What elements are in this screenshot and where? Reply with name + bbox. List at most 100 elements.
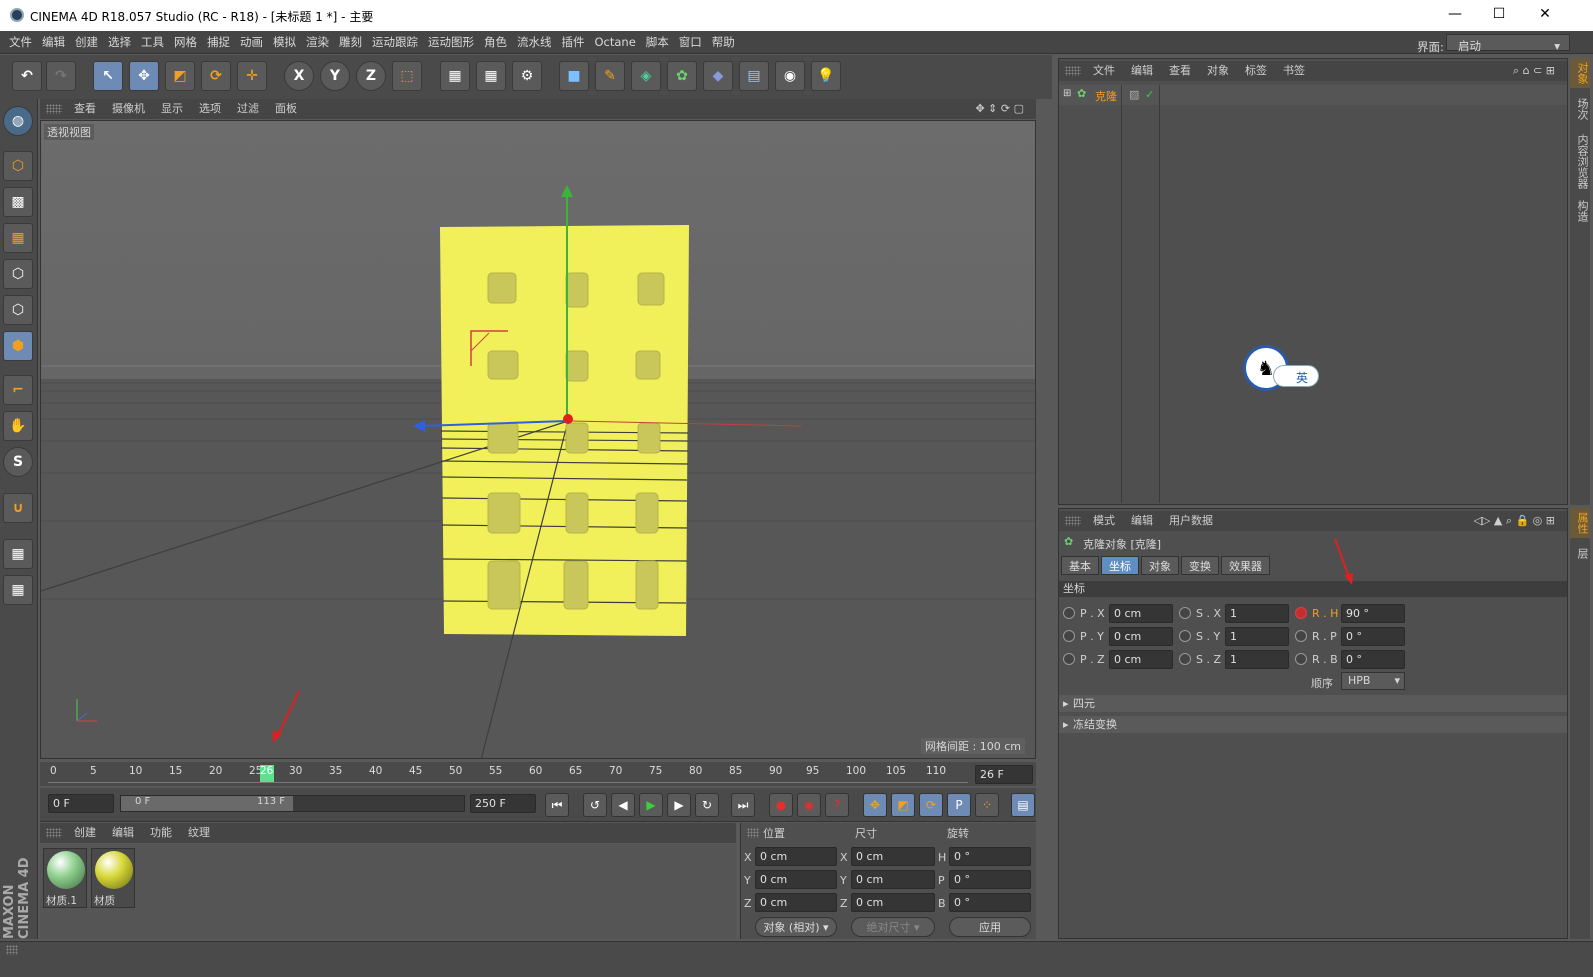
tab-effectors[interactable]: 效果器: [1221, 556, 1270, 575]
menu-edit[interactable]: 编辑: [37, 31, 70, 54]
tab-objects[interactable]: 对象: [1570, 58, 1590, 88]
previous-frame-icon[interactable]: ◀: [611, 793, 635, 817]
workplane-icon[interactable]: ▦: [3, 223, 33, 253]
menu-help[interactable]: 帮助: [707, 31, 740, 54]
snap-icon[interactable]: ∪: [3, 493, 33, 523]
py-field[interactable]: [1109, 627, 1173, 646]
menu-pipeline[interactable]: 流水线: [512, 31, 557, 54]
camera-icon[interactable]: ◉: [775, 61, 805, 91]
model-mode-icon[interactable]: ◍: [3, 106, 33, 136]
attr-menu-userdata[interactable]: 用户数据: [1161, 511, 1221, 531]
pos-x-field[interactable]: [755, 847, 837, 866]
end-frame-field[interactable]: [470, 794, 536, 813]
rh-radio[interactable]: [1295, 607, 1307, 619]
start-frame-field[interactable]: [48, 794, 114, 813]
render-settings-icon[interactable]: ⚙: [512, 61, 542, 91]
sy-field[interactable]: [1225, 627, 1289, 646]
rot-b-field[interactable]: [949, 893, 1031, 912]
menu-render[interactable]: 渲染: [301, 31, 334, 54]
viewport-menu-filter[interactable]: 过滤: [229, 99, 267, 119]
expand-icon[interactable]: ⊞: [1063, 88, 1071, 99]
apply-button[interactable]: 应用: [949, 917, 1031, 937]
viewport-menu-camera[interactable]: 摄像机: [104, 99, 153, 119]
tweak-mode-icon[interactable]: ✋: [3, 411, 33, 441]
axis-mode-icon[interactable]: ⌐: [3, 375, 33, 405]
move-tool-icon[interactable]: ✥: [129, 61, 159, 91]
mat-menu-function[interactable]: 功能: [142, 823, 180, 843]
object-row[interactable]: ⊞ ✿ 克隆 ▨ ✓: [1059, 85, 1567, 105]
obj-menu-tags[interactable]: 标签: [1237, 61, 1275, 81]
rot-p-field[interactable]: [949, 870, 1031, 889]
menu-mograph[interactable]: 运动图形: [423, 31, 479, 54]
obj-menu-view[interactable]: 查看: [1161, 61, 1199, 81]
tab-content-browser[interactable]: 内容浏览器: [1570, 130, 1590, 193]
previous-key-icon[interactable]: ↺: [583, 793, 607, 817]
size-y-field[interactable]: [851, 870, 935, 889]
py-radio[interactable]: [1063, 630, 1075, 642]
quaternion-group[interactable]: ▸ 四元: [1059, 695, 1567, 712]
obj-menu-file[interactable]: 文件: [1085, 61, 1123, 81]
pos-y-field[interactable]: [755, 870, 837, 889]
points-mode-icon[interactable]: ⬡: [3, 259, 33, 289]
maximize-button[interactable]: ☐: [1484, 6, 1514, 26]
rot-h-field[interactable]: [949, 847, 1031, 866]
floor-icon[interactable]: ▤: [739, 61, 769, 91]
rotate-tool-icon[interactable]: ⟳: [201, 61, 231, 91]
tab-transform[interactable]: 变换: [1181, 556, 1219, 575]
obj-menu-object[interactable]: 对象: [1199, 61, 1237, 81]
x-axis-lock-button[interactable]: X: [284, 61, 314, 91]
autokey-icon[interactable]: ◉: [797, 793, 821, 817]
menu-simulate[interactable]: 模拟: [268, 31, 301, 54]
playhead[interactable]: 26: [260, 765, 274, 782]
key-pla-icon[interactable]: ⁘: [975, 793, 999, 817]
select-tool-icon[interactable]: ↖: [93, 61, 123, 91]
transform-tool-icon[interactable]: ✛: [237, 61, 267, 91]
scheme-icon[interactable]: ▤: [1011, 793, 1035, 817]
menu-create[interactable]: 创建: [70, 31, 103, 54]
workplane-lock-icon[interactable]: ▦: [3, 539, 33, 569]
edges-mode-icon[interactable]: ⬡: [3, 295, 33, 325]
order-dropdown[interactable]: HPB ▾: [1341, 672, 1405, 690]
material-item[interactable]: 材质: [91, 848, 135, 908]
next-frame-icon[interactable]: ▶: [667, 793, 691, 817]
viewport-nav-icons[interactable]: ✥ ⇕ ⟳ ▢: [967, 99, 1032, 119]
cloner-icon[interactable]: ✿: [667, 61, 697, 91]
obj-menu-edit[interactable]: 编辑: [1123, 61, 1161, 81]
tab-object[interactable]: 对象: [1141, 556, 1179, 575]
timeline-ruler[interactable]: 0 5 10 15 20 25 26 30 35 40 45 50 55 60 …: [40, 762, 1036, 786]
key-position-icon[interactable]: ✥: [863, 793, 887, 817]
px-field[interactable]: [1109, 604, 1173, 623]
menu-mesh[interactable]: 网格: [169, 31, 202, 54]
range-handle[interactable]: 0 F 113 F: [121, 796, 293, 811]
menu-file[interactable]: 文件: [4, 31, 37, 54]
menu-snap[interactable]: 捕捉: [202, 31, 235, 54]
menu-window[interactable]: 窗口: [674, 31, 707, 54]
viewport-menu-panel[interactable]: 面板: [267, 99, 305, 119]
go-to-end-icon[interactable]: ⏭: [731, 793, 755, 817]
menu-script[interactable]: 脚本: [641, 31, 674, 54]
pos-z-field[interactable]: [755, 893, 837, 912]
subdivision-icon[interactable]: ◈: [631, 61, 661, 91]
obj-menu-bookmarks[interactable]: 书签: [1275, 61, 1313, 81]
pen-icon[interactable]: ✎: [595, 61, 625, 91]
attr-menu-mode[interactable]: 模式: [1085, 511, 1123, 531]
viewport-menu-options[interactable]: 选项: [191, 99, 229, 119]
ime-indicator[interactable]: 英: [1273, 365, 1319, 387]
minimize-button[interactable]: —: [1440, 6, 1470, 26]
record-icon[interactable]: ●: [769, 793, 793, 817]
next-key-icon[interactable]: ↻: [695, 793, 719, 817]
tab-coord[interactable]: 坐标: [1101, 556, 1139, 575]
rh-field[interactable]: [1341, 604, 1405, 623]
timeline-track[interactable]: 0 5 10 15 20 25 26 30 35 40 45 50 55 60 …: [48, 765, 968, 783]
menu-animate[interactable]: 动画: [235, 31, 268, 54]
rb-field[interactable]: [1341, 650, 1405, 669]
undo-icon[interactable]: ↶: [12, 61, 42, 91]
view-name[interactable]: 透视视图: [44, 124, 94, 140]
menu-octane[interactable]: Octane: [590, 31, 641, 54]
mat-menu-edit[interactable]: 编辑: [104, 823, 142, 843]
close-button[interactable]: ✕: [1530, 6, 1560, 26]
redo-icon[interactable]: ↷: [46, 61, 76, 91]
light-icon[interactable]: 💡: [811, 61, 841, 91]
keyframe-selection-icon[interactable]: ?: [825, 793, 849, 817]
key-parameter-icon[interactable]: P: [947, 793, 971, 817]
